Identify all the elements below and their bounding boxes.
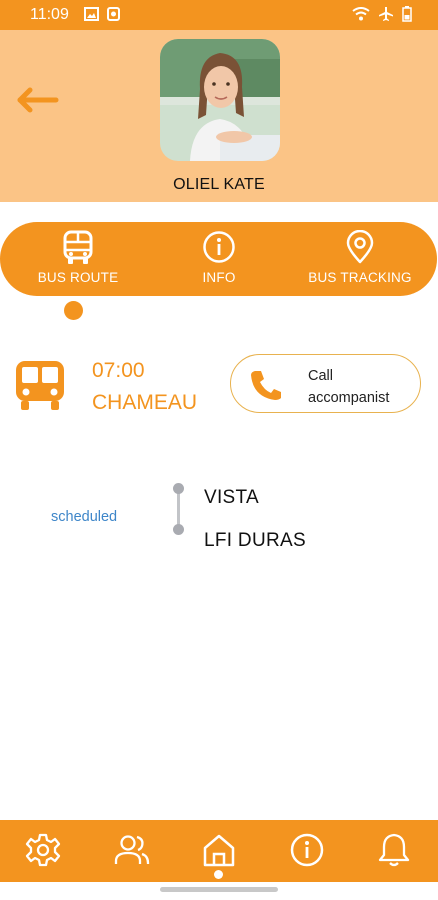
tab-bar: BUS ROUTE INFO BUS TRACKING xyxy=(0,222,437,296)
departure-stop: CHAMEAU xyxy=(92,391,198,414)
info-icon xyxy=(203,231,235,263)
child-photo xyxy=(160,39,280,161)
status-time: 11:09 xyxy=(30,6,69,23)
call-button-label-line2: accompanist xyxy=(308,390,390,406)
app-notification-icon xyxy=(107,7,120,21)
child-name: OLIEL KATE xyxy=(173,176,265,193)
home-icon xyxy=(203,834,235,867)
tab-bus-tracking[interactable]: BUS TRACKING xyxy=(287,222,433,296)
nav-home[interactable] xyxy=(197,828,241,872)
bus-icon xyxy=(63,230,93,264)
status-label: scheduled xyxy=(51,509,118,525)
gesture-bar[interactable] xyxy=(160,887,278,892)
profile-header: OLIEL KATE xyxy=(0,30,438,202)
tab-info[interactable]: INFO xyxy=(146,222,292,296)
tab-bus-route-label: BUS ROUTE xyxy=(37,270,119,285)
departure-time: 07:00 xyxy=(92,359,145,382)
timeline-dot xyxy=(173,524,184,535)
back-button[interactable] xyxy=(16,85,60,115)
nav-users[interactable] xyxy=(110,828,154,872)
wifi-icon xyxy=(352,7,370,21)
phone-icon xyxy=(251,371,281,400)
active-nav-indicator xyxy=(214,870,223,879)
image-icon xyxy=(84,7,99,21)
stop-name: LFI DURAS xyxy=(204,530,306,551)
location-pin-icon xyxy=(346,230,374,264)
airplane-mode-icon xyxy=(379,7,393,21)
call-button-label-line1: Call xyxy=(308,368,333,384)
nav-notifications[interactable] xyxy=(372,828,416,872)
arrow-left-icon xyxy=(17,87,59,113)
avatar xyxy=(160,39,280,161)
nav-settings[interactable] xyxy=(21,828,65,872)
status-bar: 11:09 xyxy=(0,0,438,30)
users-icon xyxy=(114,835,150,864)
nav-info[interactable] xyxy=(285,828,329,872)
tab-bus-tracking-label: BUS TRACKING xyxy=(308,270,412,285)
bell-icon xyxy=(378,833,410,867)
settings-icon xyxy=(25,833,61,867)
active-tab-indicator xyxy=(64,301,83,320)
info-icon xyxy=(290,833,324,867)
call-accompanist-button[interactable]: Call accompanist xyxy=(230,354,421,413)
battery-icon xyxy=(402,6,412,22)
tab-info-label: INFO xyxy=(202,270,236,285)
stop-name: VISTA xyxy=(204,487,259,508)
bus-icon xyxy=(16,361,64,410)
timeline-dot xyxy=(173,483,184,494)
tab-bus-route[interactable]: BUS ROUTE xyxy=(5,222,151,296)
